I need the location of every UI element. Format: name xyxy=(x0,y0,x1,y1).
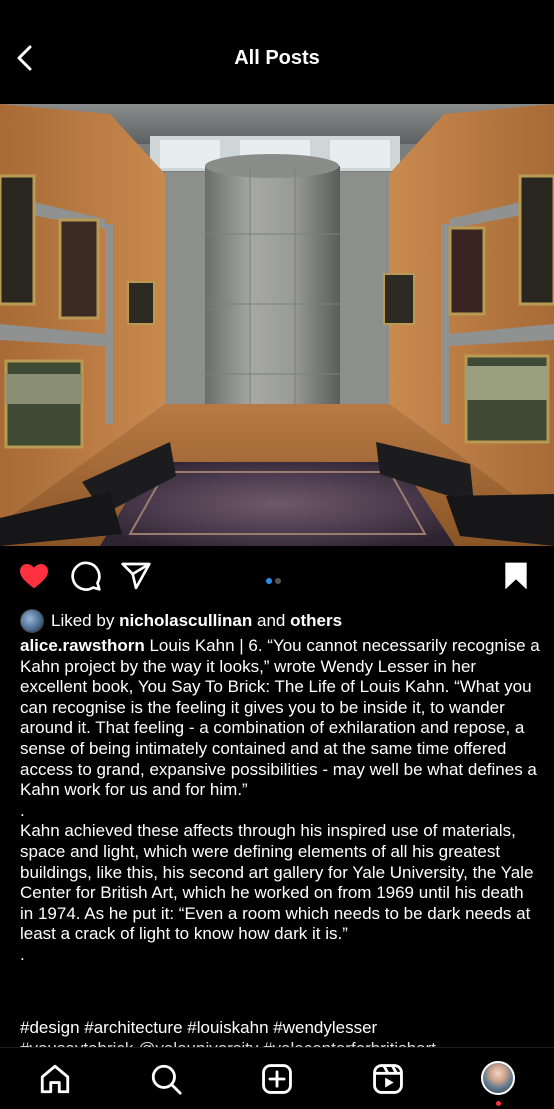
likes-others[interactable]: others xyxy=(290,611,342,631)
share-button[interactable] xyxy=(120,560,152,592)
post-image[interactable] xyxy=(0,104,554,546)
page-title: All Posts xyxy=(234,47,320,69)
likes-summary[interactable]: Liked by nicholascullinan and others xyxy=(20,609,342,633)
share-icon xyxy=(121,562,151,590)
tab-search[interactable] xyxy=(149,1062,183,1096)
caption-paragraph-1: Louis Kahn | 6. “You cannot necessarily … xyxy=(20,636,540,800)
heart-icon xyxy=(20,564,48,589)
comment-icon xyxy=(71,561,101,591)
caption-hashtags[interactable]: #design #architecture #louiskahn #wendyl… xyxy=(20,1018,540,1039)
new-post-icon xyxy=(262,1064,292,1094)
tab-new-post[interactable] xyxy=(260,1062,294,1096)
tab-profile-avatar[interactable] xyxy=(481,1061,515,1095)
likes-joiner: and xyxy=(257,611,286,630)
caption-separator-2: . xyxy=(20,944,25,964)
tab-home[interactable] xyxy=(38,1062,72,1096)
bookmark-icon xyxy=(505,562,527,590)
carousel-indicator xyxy=(266,571,284,589)
comment-button[interactable] xyxy=(70,560,102,592)
save-button[interactable] xyxy=(500,560,532,592)
like-button[interactable] xyxy=(18,560,50,592)
caption-paragraph-2: Kahn achieved these affects through his … xyxy=(20,821,534,944)
post-actions xyxy=(0,556,554,600)
top-bar: All Posts xyxy=(0,0,554,104)
gallery-interior-photo xyxy=(0,104,554,546)
caption-hashtags-cut[interactable]: #yousaytobrick @yaleuniversity #yalecent… xyxy=(20,1039,540,1047)
liker-avatar xyxy=(20,609,44,633)
profile-notification-dot xyxy=(496,1101,501,1106)
home-icon xyxy=(40,1064,70,1094)
liker-username[interactable]: nicholascullinan xyxy=(119,611,252,631)
likes-prefix: Liked by xyxy=(51,611,115,630)
bottom-tab-bar xyxy=(0,1047,554,1109)
post-caption: alice.rawsthorn Louis Kahn | 6. “You can… xyxy=(20,636,540,966)
search-icon xyxy=(151,1064,182,1095)
caption-username[interactable]: alice.rawsthorn xyxy=(20,636,145,655)
carousel-dot xyxy=(275,578,281,584)
caption-separator-1: . xyxy=(20,800,25,820)
tab-reels[interactable] xyxy=(371,1062,405,1096)
reels-icon xyxy=(373,1064,403,1094)
carousel-dot-active xyxy=(266,578,272,584)
